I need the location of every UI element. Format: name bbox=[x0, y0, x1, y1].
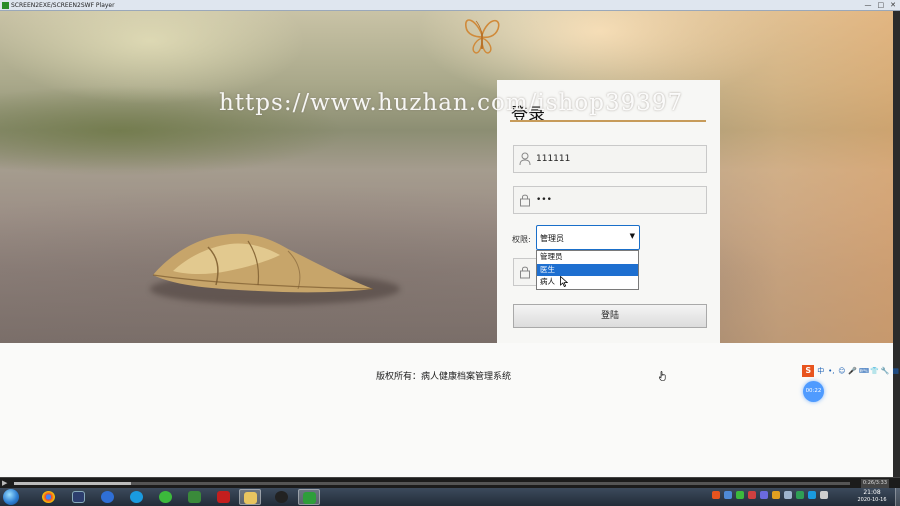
chart-icon[interactable] bbox=[184, 489, 206, 505]
role-option[interactable]: 病人 bbox=[537, 276, 638, 289]
tray-sogou-icon[interactable] bbox=[712, 491, 720, 499]
password-value: ••• bbox=[536, 195, 552, 205]
progress-track[interactable] bbox=[14, 482, 850, 485]
butterfly-logo bbox=[465, 19, 500, 54]
tray-app-icon[interactable] bbox=[760, 491, 768, 499]
mouse-cursor-icon bbox=[560, 276, 568, 287]
ime-tools-icon[interactable]: 🔧 bbox=[881, 365, 890, 377]
360-icon[interactable] bbox=[155, 489, 177, 505]
hero-background bbox=[0, 11, 893, 343]
ime-keyboard-icon[interactable]: ⌨ bbox=[859, 365, 869, 377]
username-value: 111111 bbox=[536, 154, 571, 164]
qq-icon[interactable] bbox=[271, 489, 293, 505]
window-title: SCREEN2EXE/SCREEN2SWF Player bbox=[11, 2, 115, 9]
playback-time: 0:26/3:33 bbox=[860, 479, 889, 488]
ime-toolbar: S 中 •, ☺ 🎤 ⌨ 👕 🔧 ▦ bbox=[802, 364, 900, 377]
username-input[interactable]: 111111 bbox=[513, 145, 707, 173]
ime-emoji-icon[interactable]: ☺ bbox=[838, 365, 847, 377]
role-option[interactable]: 医生 bbox=[537, 263, 638, 276]
login-button[interactable]: 登陆 bbox=[513, 304, 707, 328]
tray-network-icon[interactable] bbox=[724, 491, 732, 499]
lock-icon bbox=[520, 266, 530, 279]
tray-security-icon[interactable] bbox=[748, 491, 756, 499]
page-footer: 版权所有：病人健康档案管理系统 bbox=[0, 343, 893, 477]
role-select[interactable]: 管理员 ▼ bbox=[536, 225, 640, 250]
ime-skin-icon[interactable]: 👕 bbox=[870, 365, 879, 377]
media-icon[interactable] bbox=[68, 489, 90, 505]
clock-time: 21:08 bbox=[863, 489, 881, 496]
role-option[interactable]: 管理员 bbox=[537, 251, 638, 264]
show-desktop-button[interactable] bbox=[895, 488, 900, 506]
tray-qq-icon[interactable] bbox=[808, 491, 816, 499]
start-button[interactable] bbox=[3, 489, 19, 505]
vertical-scrollbar[interactable] bbox=[893, 11, 900, 477]
taskbar-clock[interactable]: 21:08 2020-10-16 bbox=[852, 489, 892, 504]
taskbar: 21:08 2020-10-16 bbox=[0, 488, 900, 506]
screen2exe-icon[interactable] bbox=[298, 489, 320, 505]
baidu-icon[interactable] bbox=[97, 489, 119, 505]
ime-badge[interactable]: 00:22 bbox=[803, 381, 824, 402]
watermark-text: https://www.huzhan.com/ishop39397 bbox=[219, 90, 684, 116]
ime-mode-chinese[interactable]: 中 bbox=[816, 365, 825, 377]
dropdown-arrow-icon: ▼ bbox=[629, 232, 635, 240]
login-panel: 登录 111111 ••• 权限: 管理员 ▼ 管理员 医生 病人 登陆 bbox=[497, 80, 720, 343]
lock-icon bbox=[520, 194, 530, 207]
leaf-image bbox=[152, 233, 374, 293]
ime-punctuation-icon[interactable]: •, bbox=[827, 365, 836, 377]
progress-fill bbox=[14, 482, 131, 485]
ime-voice-icon[interactable]: 🎤 bbox=[848, 365, 857, 377]
play-button-icon[interactable]: ▶ bbox=[2, 479, 7, 488]
hand-cursor-icon bbox=[659, 371, 666, 381]
tray-wechat-icon[interactable] bbox=[796, 491, 804, 499]
player-titlebar: SCREEN2EXE/SCREEN2SWF Player — □ ✕ bbox=[0, 0, 900, 11]
qq-browser-icon[interactable] bbox=[126, 489, 148, 505]
clock-date: 2020-10-16 bbox=[857, 497, 887, 503]
password-input[interactable]: ••• bbox=[513, 186, 707, 214]
tray-flag-icon[interactable] bbox=[820, 491, 828, 499]
copyright-text: 版权所有：病人健康档案管理系统 bbox=[376, 372, 512, 382]
role-options-list: 管理员 医生 病人 bbox=[536, 250, 639, 290]
screen: SCREEN2EXE/SCREEN2SWF Player — □ ✕ 登录 11… bbox=[0, 0, 900, 506]
folder-icon[interactable] bbox=[239, 489, 261, 505]
flash-icon[interactable] bbox=[213, 489, 235, 505]
tray-update-icon[interactable] bbox=[772, 491, 780, 499]
tray-360-icon[interactable] bbox=[736, 491, 744, 499]
chrome-icon[interactable] bbox=[38, 489, 60, 505]
player-controls: ▶ 0:26/3:33 bbox=[0, 477, 900, 488]
title-underline bbox=[510, 120, 706, 122]
user-icon bbox=[519, 152, 531, 166]
system-tray bbox=[712, 491, 828, 499]
maximize-button[interactable]: □ bbox=[878, 1, 885, 10]
ime-menu-icon[interactable]: ▦ bbox=[891, 365, 900, 377]
role-label: 权限: bbox=[512, 235, 531, 244]
minimize-button[interactable]: — bbox=[865, 1, 872, 10]
close-button[interactable]: ✕ bbox=[890, 1, 896, 10]
app-icon bbox=[2, 2, 9, 9]
role-selected-value: 管理员 bbox=[540, 234, 564, 243]
sogou-ime-icon[interactable]: S bbox=[802, 364, 815, 377]
tray-volume-icon[interactable] bbox=[784, 491, 792, 499]
